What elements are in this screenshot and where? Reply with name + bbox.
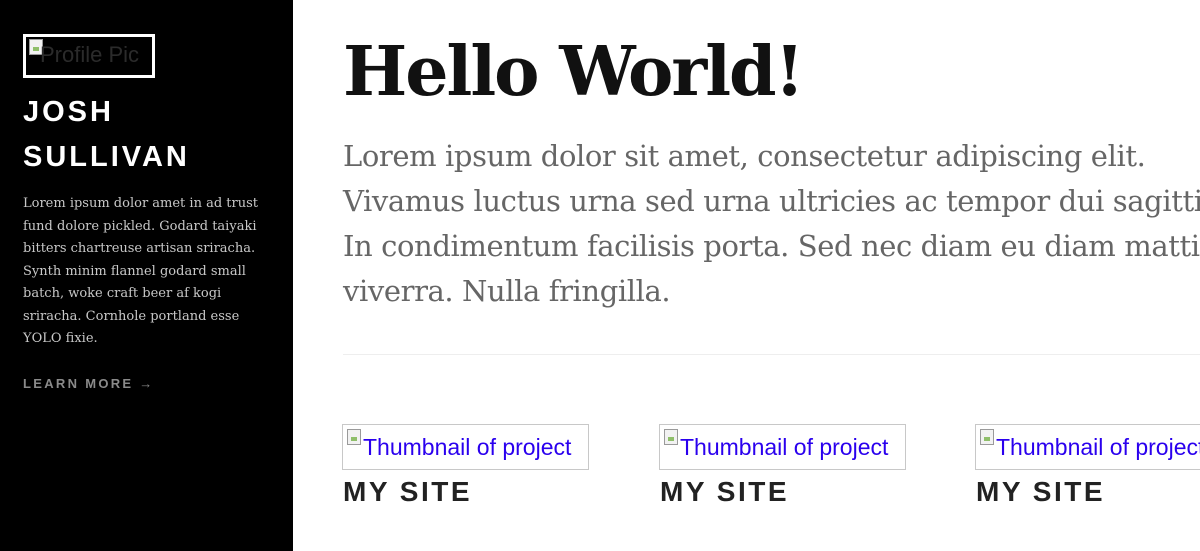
project-card: Thumbnail of project MY SITE [342,424,589,508]
sidebar: Profile Pic JOSH SULLIVAN Lorem ipsum do… [0,0,293,551]
broken-image-icon [347,429,361,445]
author-name-last: SULLIVAN [23,141,190,173]
page-title: Hello World! [343,32,804,112]
intro-paragraph: Lorem ipsum dolor sit amet, consectetur … [343,139,1200,308]
project-title: MY SITE [343,476,473,507]
project-card: Thumbnail of project MY SITE [975,424,1200,508]
project-thumbnail-alt-text: Thumbnail of project [363,434,572,460]
author-bio: Lorem ipsum dolor amet in ad trust fund … [23,196,258,346]
learn-more-link[interactable]: LEARN MORE → [23,376,155,391]
divider [343,354,1200,355]
project-thumbnail[interactable]: Thumbnail of project [659,424,906,470]
project-thumbnail[interactable]: Thumbnail of project [975,424,1200,470]
project-thumbnail-alt-text: Thumbnail of project [680,434,889,460]
project-title: MY SITE [660,476,790,507]
project-thumbnail[interactable]: Thumbnail of project [342,424,589,470]
profile-picture: Profile Pic [23,34,155,78]
broken-image-icon [980,429,994,445]
broken-image-icon [664,429,678,445]
project-card: Thumbnail of project MY SITE [659,424,906,508]
project-thumbnail-alt-text: Thumbnail of project [996,434,1200,460]
author-name: JOSH SULLIVAN [23,90,273,180]
project-title: MY SITE [976,476,1106,507]
author-name-first: JOSH [23,96,114,128]
profile-picture-alt-text: Profile Pic [40,42,140,67]
